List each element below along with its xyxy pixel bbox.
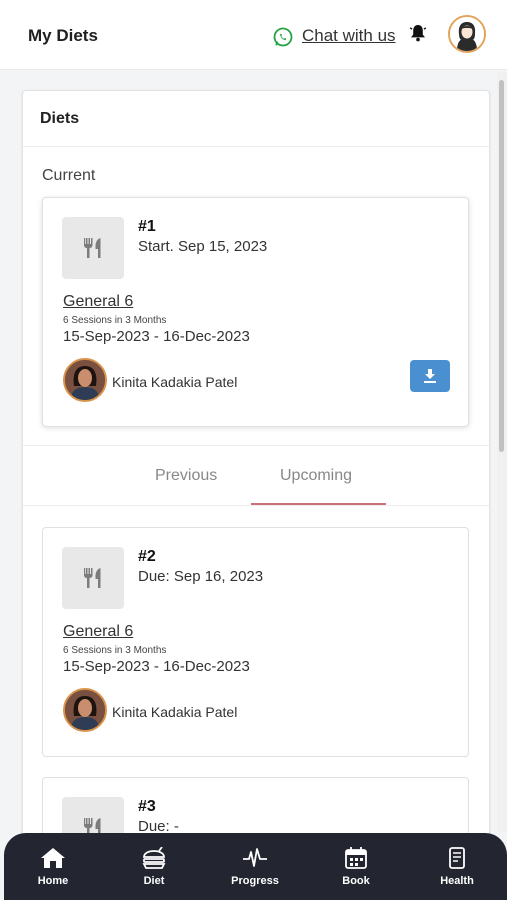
diet-due-date: Due: Sep 16, 2023 [138, 568, 264, 585]
nav-label: Book [342, 875, 370, 887]
book-icon [345, 847, 367, 869]
coach-name: Kinita Kadakia Patel [112, 374, 238, 390]
diet-start-date: Start. Sep 15, 2023 [138, 238, 268, 255]
diets-panel: Diets Current #1 Start. Sep 15, 2023 Gen… [22, 90, 490, 850]
nav-label: Home [37, 875, 69, 887]
sessions-text: 6 Sessions in 3 Months [63, 315, 167, 326]
diet-thumbnail [62, 217, 124, 279]
diet-thumbnail [62, 547, 124, 609]
nav-progress[interactable]: Progress [215, 847, 295, 887]
user-avatar[interactable] [448, 15, 486, 53]
download-button[interactable] [410, 360, 450, 392]
nav-label: Diet [143, 875, 165, 887]
tabs-divider [23, 505, 489, 506]
diet-number: #2 [138, 548, 156, 565]
whatsapp-icon[interactable] [272, 26, 294, 48]
top-header: My Diets Chat with us [0, 0, 507, 70]
current-diet-card[interactable]: #1 Start. Sep 15, 2023 General 6 6 Sessi… [42, 197, 469, 427]
coach-avatar [63, 688, 107, 732]
panel-heading: Diets [23, 91, 489, 147]
health-icon [449, 847, 465, 869]
nav-book[interactable]: Book [316, 847, 396, 887]
date-range: 15-Sep-2023 - 16-Dec-2023 [63, 658, 250, 675]
scrollbar-thumb[interactable] [499, 80, 504, 452]
diet-number: #1 [138, 218, 156, 235]
nav-diet[interactable]: Diet [114, 847, 194, 887]
diet-icon [142, 847, 166, 869]
bell-icon[interactable] [407, 22, 429, 44]
nav-home[interactable]: Home [13, 847, 93, 887]
progress-icon [243, 848, 267, 867]
diet-number: #3 [138, 798, 156, 815]
coach-avatar [63, 358, 107, 402]
tab-upcoming[interactable]: Upcoming [280, 467, 352, 485]
bottom-navigation: Home Diet Progress Book Health [4, 833, 507, 900]
chat-with-us-link[interactable]: Chat with us [302, 26, 396, 46]
plan-name-link[interactable]: General 6 [63, 623, 133, 641]
coach-name: Kinita Kadakia Patel [112, 704, 238, 720]
nav-health[interactable]: Health [417, 847, 497, 887]
home-icon [41, 848, 65, 868]
upcoming-diet-card[interactable]: #2 Due: Sep 16, 2023 General 6 6 Session… [42, 527, 469, 757]
download-icon [424, 369, 436, 383]
tab-previous[interactable]: Previous [155, 467, 217, 485]
current-label: Current [42, 167, 96, 184]
sessions-text: 6 Sessions in 3 Months [63, 645, 167, 656]
nav-label: Progress [231, 875, 279, 887]
nav-label: Health [440, 875, 474, 887]
plan-name-link[interactable]: General 6 [63, 293, 133, 311]
date-range: 15-Sep-2023 - 16-Dec-2023 [63, 328, 250, 345]
tabs-divider [23, 445, 489, 446]
page-title: My Diets [28, 26, 98, 45]
